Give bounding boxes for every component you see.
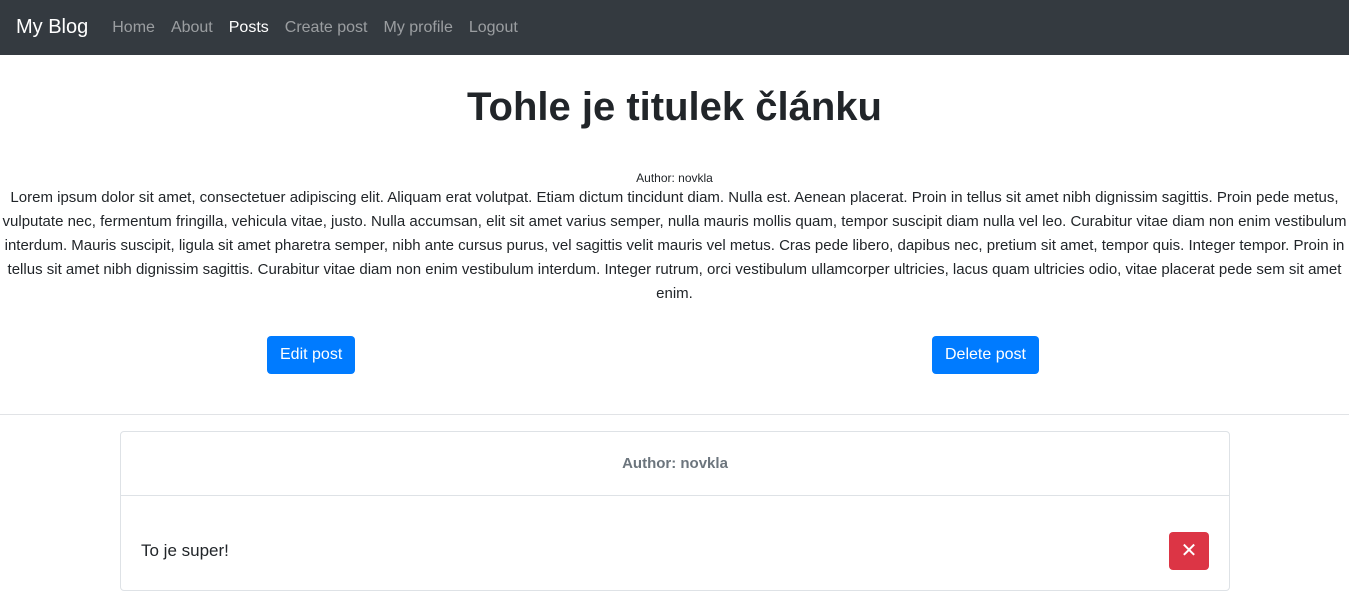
comment-body: To je super! ✕ bbox=[121, 496, 1229, 590]
nav-link-logout[interactable]: Logout bbox=[469, 19, 518, 37]
post-actions: Edit post Delete post bbox=[0, 322, 1349, 406]
close-icon: ✕ bbox=[1180, 540, 1198, 562]
nav-link-posts[interactable]: Posts bbox=[229, 19, 269, 37]
divider bbox=[0, 414, 1349, 415]
comment-text: To je super! bbox=[141, 541, 229, 560]
nav-link-create-post[interactable]: Create post bbox=[285, 19, 368, 37]
delete-post-button[interactable]: Delete post bbox=[932, 336, 1039, 374]
nav-link-my-profile[interactable]: My profile bbox=[383, 19, 452, 37]
edit-post-button[interactable]: Edit post bbox=[267, 336, 356, 374]
navbar: My Blog Home About Posts Create post My … bbox=[0, 0, 1349, 55]
post-container: Tohle je titulek článku Author: novkla L… bbox=[0, 83, 1349, 591]
post-body: Lorem ipsum dolor sit amet, consectetuer… bbox=[2, 189, 1347, 302]
brand-link[interactable]: My Blog bbox=[16, 16, 88, 39]
comment-card: Author: novkla To je super! ✕ bbox=[120, 431, 1230, 591]
nav-link-about[interactable]: About bbox=[171, 19, 213, 37]
nav-link-home[interactable]: Home bbox=[112, 19, 155, 37]
delete-comment-button[interactable]: ✕ bbox=[1169, 532, 1209, 570]
post-author: Author: novkla bbox=[636, 171, 713, 185]
post-title: Tohle je titulek článku bbox=[467, 85, 882, 129]
comment-author: Author: novkla bbox=[121, 432, 1229, 496]
